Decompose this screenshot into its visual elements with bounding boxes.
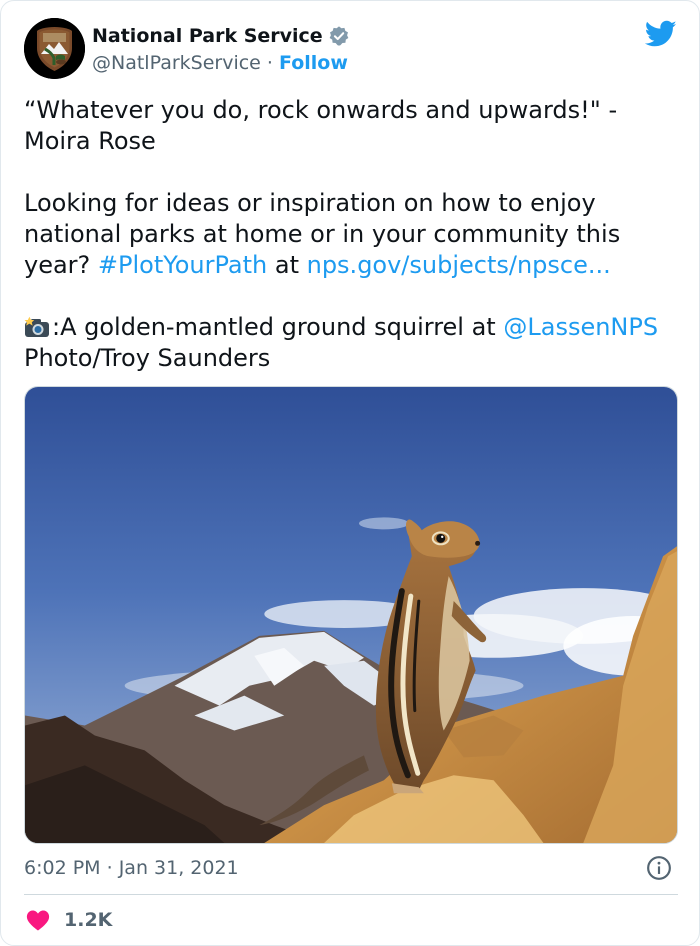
mention-link[interactable]: @LassenNPS [503, 313, 658, 341]
tweet-time[interactable]: 6:02 PM [24, 857, 101, 879]
divider [24, 894, 678, 895]
hashtag-link[interactable]: #PlotYourPath [98, 251, 267, 279]
handle-row: @NatlParkService · Follow [92, 50, 350, 76]
tweet-text-segment: at [267, 251, 307, 279]
tweet-text-segment: Photo/Troy Saunders [24, 344, 271, 372]
tweet-paragraph-2: Looking for ideas or inspiration on how … [24, 188, 674, 281]
tweet-card: National Park Service @NatlParkService ·… [0, 0, 700, 946]
tweet-header: National Park Service @NatlParkService ·… [24, 18, 677, 82]
tweet-date[interactable]: Jan 31, 2021 [119, 857, 239, 879]
author-names: National Park Service @NatlParkService ·… [92, 24, 350, 76]
info-icon[interactable] [646, 855, 672, 881]
avatar[interactable] [24, 18, 85, 79]
meta-separator: · [106, 857, 119, 879]
verified-badge-icon [329, 26, 349, 46]
url-link[interactable]: nps.gov/subjects/npsce... [307, 251, 611, 279]
display-name-row[interactable]: National Park Service [92, 24, 350, 48]
display-name[interactable]: National Park Service [92, 24, 323, 48]
nps-arrowhead-logo [24, 18, 85, 79]
like-action[interactable]: 1.2K [26, 907, 112, 933]
tweet-photo[interactable] [24, 386, 678, 844]
heart-icon[interactable] [26, 909, 50, 931]
twitter-bird-icon[interactable] [645, 20, 677, 48]
tweet-text-segment: :A golden-mantled ground squirrel at [52, 313, 504, 341]
tweet-text: “Whatever you do, rock onwards and upwar… [24, 95, 674, 374]
camera-flash-emoji [24, 316, 49, 337]
like-count: 1.2K [64, 909, 113, 931]
tweet-paragraph-3: :A golden-mantled ground squirrel at @La… [24, 312, 674, 374]
follow-button[interactable]: Follow [279, 52, 348, 74]
tweet-meta: 6:02 PM · Jan 31, 2021 [24, 854, 678, 882]
handle[interactable]: @NatlParkService [92, 52, 261, 74]
handle-separator: · [266, 52, 280, 74]
tweet-quote: “Whatever you do, rock onwards and upwar… [24, 96, 618, 155]
squirrel-photo [25, 387, 677, 843]
